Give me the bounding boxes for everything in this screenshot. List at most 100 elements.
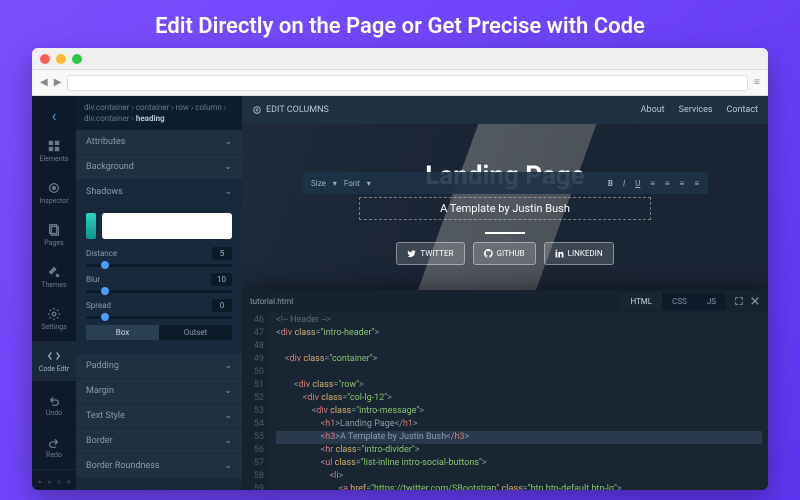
browser-window: ◀ ▶ ≡ ‹ Elements Inspector Pages Themes … [32,48,768,490]
linkedin-icon [555,249,564,258]
rail-undo[interactable]: Undo [32,385,76,425]
spread-value[interactable]: 0 [212,299,232,312]
section-attributes[interactable]: Attributes⌄ [76,130,242,154]
rail-pages[interactable]: Pages [32,215,76,255]
github-icon [484,249,493,258]
align-left-icon[interactable]: ≡ [647,179,658,188]
shadow-color-swatch[interactable] [102,213,232,239]
section-padding[interactable]: Padding⌄ [76,354,242,378]
nav-fwd-icon[interactable]: ▶ [54,77,62,88]
spread-slider[interactable] [86,316,232,319]
align-justify-icon[interactable]: ≡ [691,179,702,188]
site-nav: About Services Contact [641,105,758,115]
canvas-topbar: EDIT COLUMNS About Services Contact [242,96,768,124]
save-icon[interactable] [67,476,71,488]
edit-columns-button[interactable]: EDIT COLUMNS [252,105,329,115]
rail-label: Redo [46,451,62,459]
chevron-down-icon: ▾ [367,179,371,188]
section-margin[interactable]: Margin⌄ [76,379,242,403]
chevron-down-icon: ⌄ [224,137,232,147]
chevron-down-icon: ⌄ [224,187,232,197]
nav-services[interactable]: Services [679,105,713,115]
chevron-down-icon: ⌄ [224,386,232,396]
blur-slider[interactable] [86,290,232,293]
shadow-type-toggle[interactable]: BoxOutset [86,325,232,340]
blur-label: Blur [86,275,100,284]
twitter-icon [407,249,416,258]
tab-js[interactable]: JS [697,293,726,310]
eye-icon[interactable] [38,476,42,488]
minimize-dot[interactable] [56,54,66,64]
distance-value[interactable]: 5 [212,247,232,260]
italic-icon[interactable]: I [620,179,628,188]
linkedin-button[interactable]: LINKEDIN [544,242,614,265]
chevron-down-icon: ▾ [333,179,337,188]
editor-app: ‹ Elements Inspector Pages Themes Settin… [32,96,768,490]
expand-icon[interactable] [734,296,744,306]
section-border[interactable]: Border⌄ [76,429,242,453]
underline-icon[interactable]: U [632,179,643,188]
opacity-slider[interactable] [86,213,96,239]
device-icon[interactable] [57,476,61,488]
nav-about[interactable]: About [641,105,665,115]
close-icon[interactable] [750,296,760,306]
menu-icon[interactable]: ≡ [754,77,760,88]
bold-icon[interactable]: B [605,179,616,188]
hero-subtitle[interactable]: A Template by Justin Bush [359,197,651,220]
size-dropdown[interactable]: Size [308,179,329,188]
distance-label: Distance [86,249,117,258]
section-shadows[interactable]: Shadows⌄ [76,180,242,204]
rail-inspector[interactable]: Inspector [32,173,76,213]
blur-value[interactable]: 10 [211,273,232,286]
line-gutter: 46 47 48 49 50 51 52 53 54 55 56 57 58 5… [242,312,270,490]
code-header: tutorial.html HTML CSS JS [242,290,768,312]
twitter-button[interactable]: TWITTER [396,242,464,265]
section-border-roundness[interactable]: Border Roundness⌄ [76,454,242,478]
text-toolbar: Size ▾ Font ▾ B I U ≡ ≡ ≡ ≡ [302,172,708,194]
chevron-down-icon: ⌄ [224,162,232,172]
hero-section[interactable]: Size▾ Font▾ B I U ≡ ≡ ≡ ≡ Landing Page A… [242,124,768,302]
zoom-dot[interactable] [72,54,82,64]
close-dot[interactable] [40,54,50,64]
rail-label: Undo [46,409,62,417]
nav-back-icon[interactable]: ◀ [40,77,48,88]
chevron-down-icon: ⌄ [224,436,232,446]
rail-elements[interactable]: Elements [32,131,76,171]
rail-code-editor[interactable]: Code Edtr [32,341,76,381]
section-background[interactable]: Background⌄ [76,155,242,179]
tab-css[interactable]: CSS [662,293,697,310]
design-canvas: EDIT COLUMNS About Services Contact Size… [242,96,768,490]
code-editor-window: tutorial.html HTML CSS JS 46 47 48 49 50… [242,290,768,490]
rail-themes[interactable]: Themes [32,257,76,297]
back-icon[interactable]: ‹ [48,102,61,129]
rail-redo[interactable]: Redo [32,427,76,467]
code-body[interactable]: 46 47 48 49 50 51 52 53 54 55 56 57 58 5… [242,312,768,490]
marketing-headline: Edit Directly on the Page or Get Precise… [0,0,800,49]
chevron-down-icon: ⌄ [224,461,232,471]
rail-label: Inspector [39,197,68,205]
chevron-down-icon: ⌄ [224,411,232,421]
section-text-style[interactable]: Text Style⌄ [76,404,242,428]
breadcrumb[interactable]: div.container › container › row › column… [76,96,242,130]
rail-label: Elements [39,155,68,163]
browser-urlbar: ◀ ▶ ≡ [32,70,768,96]
font-dropdown[interactable]: Font [341,179,363,188]
align-right-icon[interactable]: ≡ [677,179,688,188]
chevron-down-icon: ⌄ [224,361,232,371]
spread-label: Spread [86,301,111,310]
code-content[interactable]: <!-- Header --> <div class="intro-header… [270,312,768,490]
nav-contact[interactable]: Contact [727,105,758,115]
rail-settings[interactable]: Settings [32,299,76,339]
url-field[interactable] [67,75,748,91]
window-titlebar [32,48,768,70]
tab-html[interactable]: HTML [620,293,662,310]
rail-label: Settings [41,323,67,331]
github-button[interactable]: GITHUB [473,242,536,265]
export-icon[interactable] [48,476,52,488]
rail-label: Code Edtr [39,365,69,373]
left-rail: ‹ Elements Inspector Pages Themes Settin… [32,96,76,490]
rail-label: Themes [41,281,66,289]
align-center-icon[interactable]: ≡ [662,179,673,188]
distance-slider[interactable] [86,264,232,267]
hero-divider [485,232,525,234]
